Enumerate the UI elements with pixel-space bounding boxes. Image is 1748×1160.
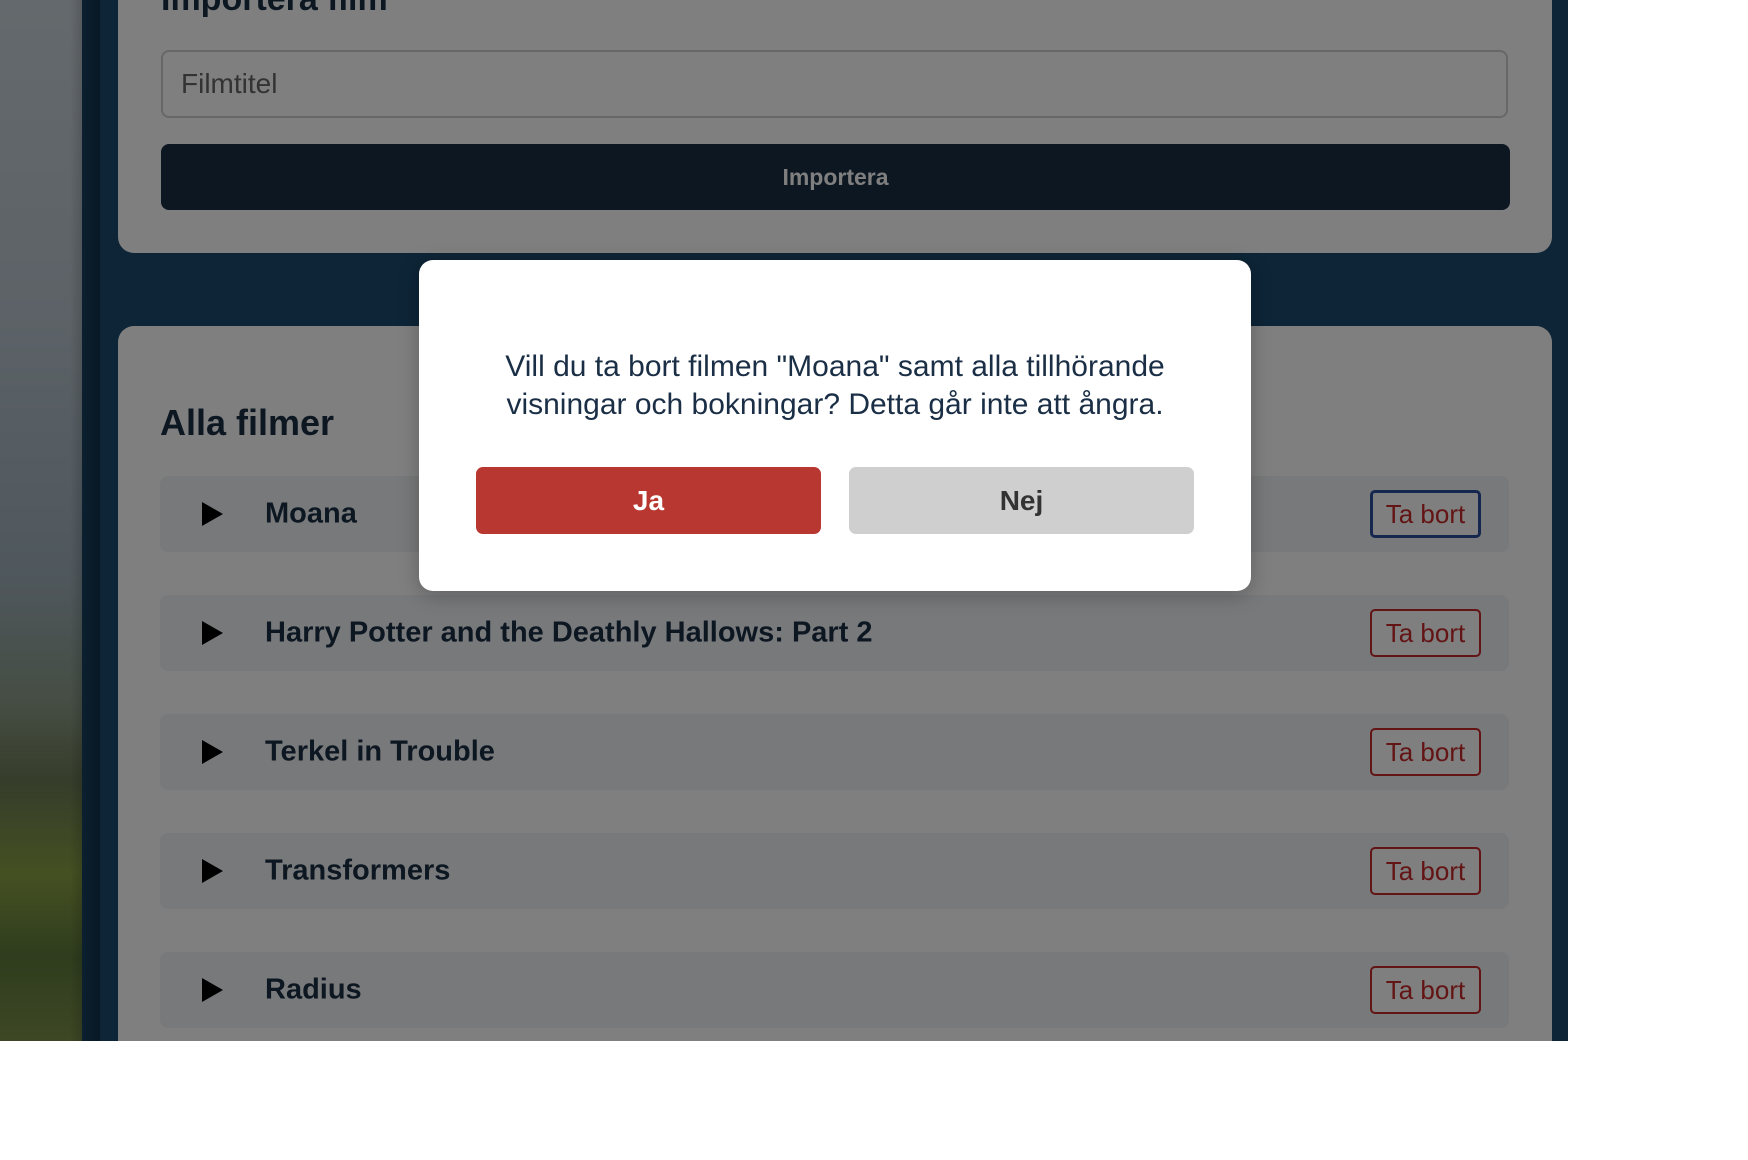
page: Importera film Importera Alla filmer Moa… (0, 0, 1568, 1041)
confirm-delete-dialog: Vill du ta bort filmen "Moana" samt alla… (419, 260, 1251, 591)
confirm-yes-button[interactable]: Ja (476, 467, 821, 534)
confirm-no-button[interactable]: Nej (849, 467, 1194, 534)
confirm-delete-message: Vill du ta bort filmen "Moana" samt alla… (505, 350, 1165, 421)
